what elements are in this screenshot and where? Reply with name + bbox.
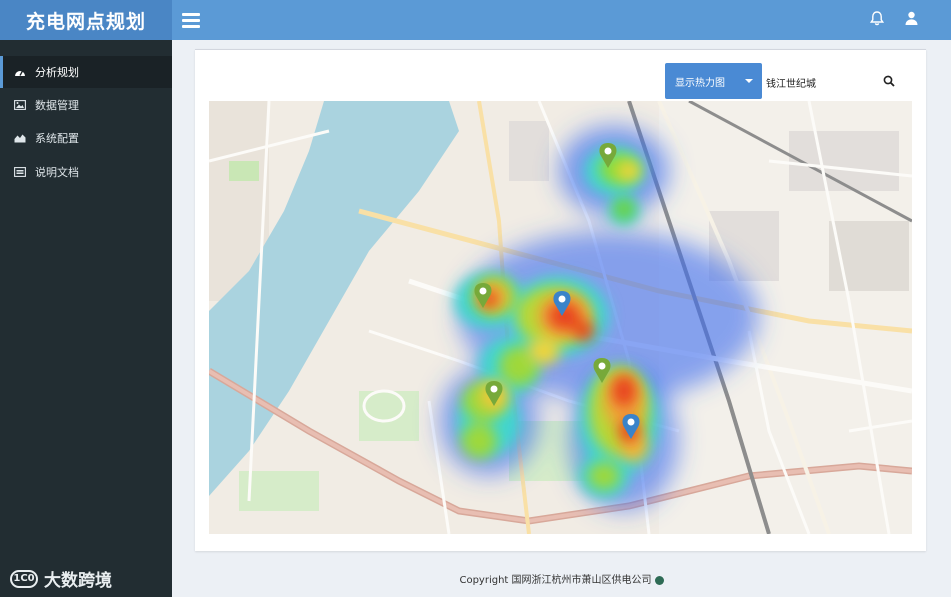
area-chart-icon (14, 133, 26, 143)
sidebar: 分析规划 数据管理 系统配置 说明文档 (0, 40, 172, 597)
sidebar-item-label: 分析规划 (35, 66, 79, 79)
footer: Copyright 国网浙江杭州市萧山区供电公司 (172, 571, 951, 586)
sidebar-item-label: 数据管理 (35, 99, 79, 112)
search-icon[interactable] (880, 72, 898, 90)
show-heatmap-button[interactable]: 显示热力图 (665, 63, 762, 99)
sidebar-item-docs[interactable]: 说明文档 (0, 156, 172, 188)
sidebar-item-config[interactable]: 系统配置 (0, 122, 172, 154)
globe-icon (654, 575, 664, 585)
copyright-text: Copyright 国网浙江杭州市萧山区供电公司 (459, 575, 652, 586)
show-heatmap-label: 显示热力图 (675, 77, 725, 89)
caret-down-icon (745, 79, 753, 83)
watermark: 1C0 大数跨境 (10, 566, 112, 591)
map-canvas (209, 101, 912, 534)
sidebar-item-analysis[interactable]: 分析规划 (0, 56, 172, 88)
heatmap-map[interactable] (209, 101, 912, 534)
image-icon (14, 100, 26, 110)
bell-icon[interactable] (869, 11, 885, 30)
dashboard-icon (14, 67, 26, 77)
list-icon (14, 167, 26, 177)
sidebar-item-label: 说明文档 (35, 166, 79, 179)
watermark-logo-icon: 1C0 (10, 569, 38, 588)
sidebar-item-label: 系统配置 (35, 132, 79, 145)
app-title[interactable]: 充电网点规划 (0, 0, 172, 40)
search-input[interactable] (766, 68, 876, 96)
hamburger-icon[interactable] (182, 10, 200, 30)
user-icon[interactable] (905, 11, 918, 30)
sidebar-item-data[interactable]: 数据管理 (0, 89, 172, 121)
watermark-text: 大数跨境 (44, 571, 112, 591)
